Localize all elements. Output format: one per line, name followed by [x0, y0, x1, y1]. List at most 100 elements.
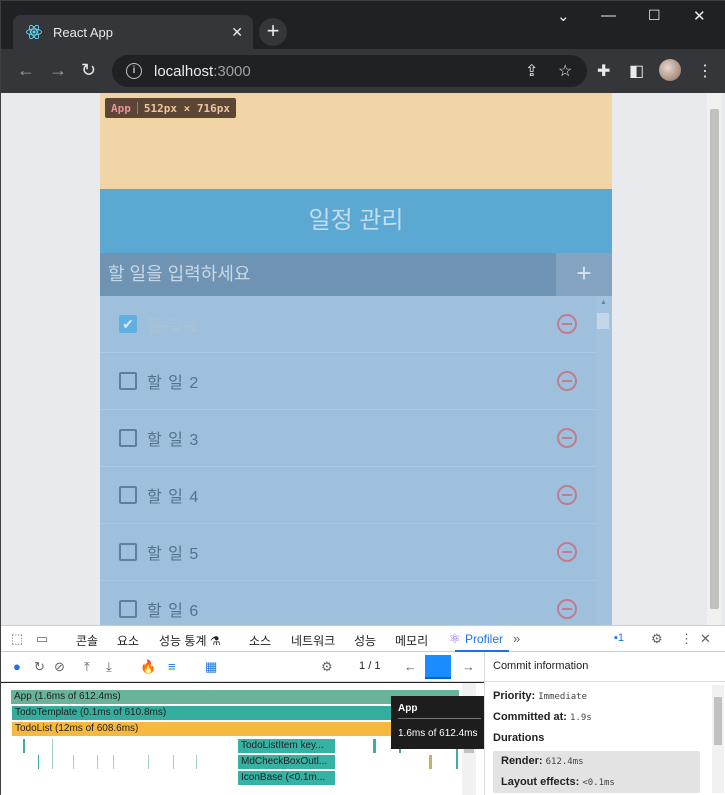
more-tabs-icon[interactable]: » [513, 631, 520, 646]
tab-search-icon[interactable]: ⌄ [557, 7, 570, 25]
window-close-icon[interactable]: ✕ [693, 7, 706, 25]
tab-network[interactable]: 네트워크 [291, 632, 335, 649]
layout-effects-value: <0.1ms [582, 778, 615, 788]
flame-bar-mdcheckbox[interactable]: MdCheckBoxOutl... [238, 755, 335, 769]
tab-elements[interactable]: 요소 [117, 632, 139, 649]
priority-label: Priority: [493, 690, 536, 702]
render-row: Render: 612.4ms [493, 751, 700, 772]
scroll-up-icon[interactable]: ▲ [600, 299, 607, 306]
todo-list-scrollbar[interactable]: ▲ [596, 296, 612, 625]
commit-bar[interactable] [425, 655, 451, 679]
committed-value: 1.9s [570, 713, 592, 723]
react-logo-icon [26, 24, 42, 40]
item-text: 할 일 2 [147, 375, 200, 392]
item-text: 할 일 6 [147, 603, 200, 620]
forward-icon[interactable]: → [49, 60, 67, 81]
checkbox-icon[interactable] [119, 600, 137, 618]
inspect-element-icon[interactable]: ⬚ [11, 631, 23, 647]
flamegraph-tooltip: App 1.6ms of 612.4ms [391, 696, 488, 749]
back-icon[interactable]: ← [17, 60, 35, 81]
checkbox-icon[interactable] [119, 429, 137, 447]
close-tab-icon[interactable]: ✕ [231, 24, 243, 41]
avatar[interactable] [659, 59, 681, 81]
committed-label: Committed at: [493, 711, 567, 723]
checkbox-icon[interactable] [119, 486, 137, 504]
remove-icon[interactable] [557, 314, 577, 334]
bookmark-star-icon[interactable]: ☆ [558, 61, 572, 81]
next-commit-icon[interactable]: → [462, 659, 475, 674]
share-icon[interactable]: ⇪ [525, 61, 538, 81]
commit-info-scrollbar[interactable] [712, 685, 724, 793]
tooltip-value: 1.6ms of 612.4ms [398, 728, 478, 739]
checked-checkbox-icon[interactable]: ✔ [119, 315, 137, 333]
url-host: localhost [154, 62, 214, 80]
load-profile-icon[interactable]: ⤒ [84, 659, 90, 675]
site-info-icon[interactable]: i [126, 63, 142, 79]
record-icon[interactable]: ● [13, 659, 21, 674]
priority-row: Priority: Immediate [485, 686, 725, 707]
layout-effects-label: Layout effects: [501, 776, 580, 788]
tab-strip: React App ✕ + ⌄ — ☐ ✕ [1, 1, 725, 49]
add-todo-button[interactable]: + [556, 253, 612, 296]
browser-window: React App ✕ + ⌄ — ☐ ✕ ← → ↻ i localhost:… [0, 0, 725, 795]
maximize-icon[interactable]: ☐ [648, 7, 661, 24]
overlay-size: 512px × 716px [143, 101, 230, 115]
devtools-tab-bar: ⬚ ▭ 콘솔 요소 성능 통계 ⚗ 소스 네트워크 성능 메모리 ⚛ Profi… [1, 625, 725, 652]
flame-bar-todolistitem[interactable]: TodoListItem key... [238, 739, 335, 753]
commit-info-panel: Commit information Priority: Immediate C… [484, 652, 725, 795]
menu-icon[interactable]: ⋮ [697, 61, 713, 81]
tab-sources[interactable]: 소스 [249, 632, 271, 649]
profiler-toolbar: ● ↻ ⊘ ⤒ ⤓ 🔥 ≡ ▦ ⚙ 1 / 1 ← → [1, 652, 484, 682]
device-toolbar-icon[interactable]: ▭ [36, 631, 48, 647]
page-scrollbar[interactable] [707, 93, 721, 625]
flamegraph-icon[interactable]: 🔥 [140, 659, 156, 675]
todo-input[interactable] [100, 253, 555, 296]
issues-badge[interactable]: ▪1 [614, 632, 624, 644]
url-port: :3000 [213, 62, 251, 80]
reload-icon[interactable]: ↻ [81, 60, 96, 81]
ranked-chart-icon[interactable]: ≡ [168, 659, 176, 674]
new-tab-button[interactable]: + [259, 18, 287, 46]
address-bar[interactable]: i localhost:3000 [112, 55, 587, 87]
remove-icon[interactable] [557, 599, 577, 619]
durations-heading: Durations [493, 732, 545, 744]
todo-insert-form: + [100, 253, 612, 296]
minimize-icon[interactable]: — [601, 7, 616, 24]
tab-console[interactable]: 콘솔 [76, 632, 98, 649]
remove-icon[interactable] [557, 371, 577, 391]
list-item[interactable]: 할 일 5 [100, 524, 596, 581]
list-item[interactable]: ✔ 할 일 1 [100, 296, 596, 353]
devtools-menu-icon[interactable]: ⋮ [680, 631, 693, 647]
list-item[interactable]: 할 일 2 [100, 353, 596, 410]
remove-icon[interactable] [557, 485, 577, 505]
clear-icon[interactable]: ⊘ [54, 659, 65, 675]
timeline-icon[interactable]: ▦ [205, 659, 217, 675]
remove-icon[interactable] [557, 428, 577, 448]
list-item[interactable]: 할 일 3 [100, 410, 596, 467]
react-profiler-icon: ⚛ [449, 631, 461, 646]
checkbox-icon[interactable] [119, 372, 137, 390]
layout-effects-row: Layout effects: <0.1ms [493, 772, 700, 793]
item-text: 할 일 1 [147, 318, 200, 335]
reload-and-profile-icon[interactable]: ↻ [34, 659, 45, 675]
checkbox-icon[interactable] [119, 543, 137, 561]
tab-performance-insights[interactable]: 성능 통계 ⚗ [159, 632, 221, 649]
browser-tab[interactable]: React App ✕ [13, 15, 253, 49]
profiler-settings-icon[interactable]: ⚙ [321, 659, 333, 675]
prev-commit-icon[interactable]: ← [404, 659, 417, 674]
render-value: 612.4ms [545, 757, 584, 767]
list-item[interactable]: 할 일 4 [100, 467, 596, 524]
side-panel-icon[interactable]: ◧ [629, 61, 644, 81]
save-profile-icon[interactable]: ⤓ [106, 659, 112, 675]
extensions-icon[interactable]: ✚ [597, 61, 610, 81]
settings-gear-icon[interactable]: ⚙ [651, 631, 663, 647]
devtools-close-icon[interactable]: ✕ [700, 631, 711, 647]
list-item[interactable]: 할 일 6 [100, 581, 596, 625]
flame-bar-iconbase[interactable]: IconBase (<0.1m... [238, 771, 335, 785]
remove-icon[interactable] [557, 542, 577, 562]
tab-performance[interactable]: 성능 [354, 632, 376, 649]
overlay-component-name: App [111, 101, 131, 115]
tab-memory[interactable]: 메모리 [395, 632, 428, 649]
durations-box: Render: 612.4ms Layout effects: <0.1ms [493, 751, 700, 793]
tab-profiler[interactable]: Profiler [454, 632, 510, 652]
